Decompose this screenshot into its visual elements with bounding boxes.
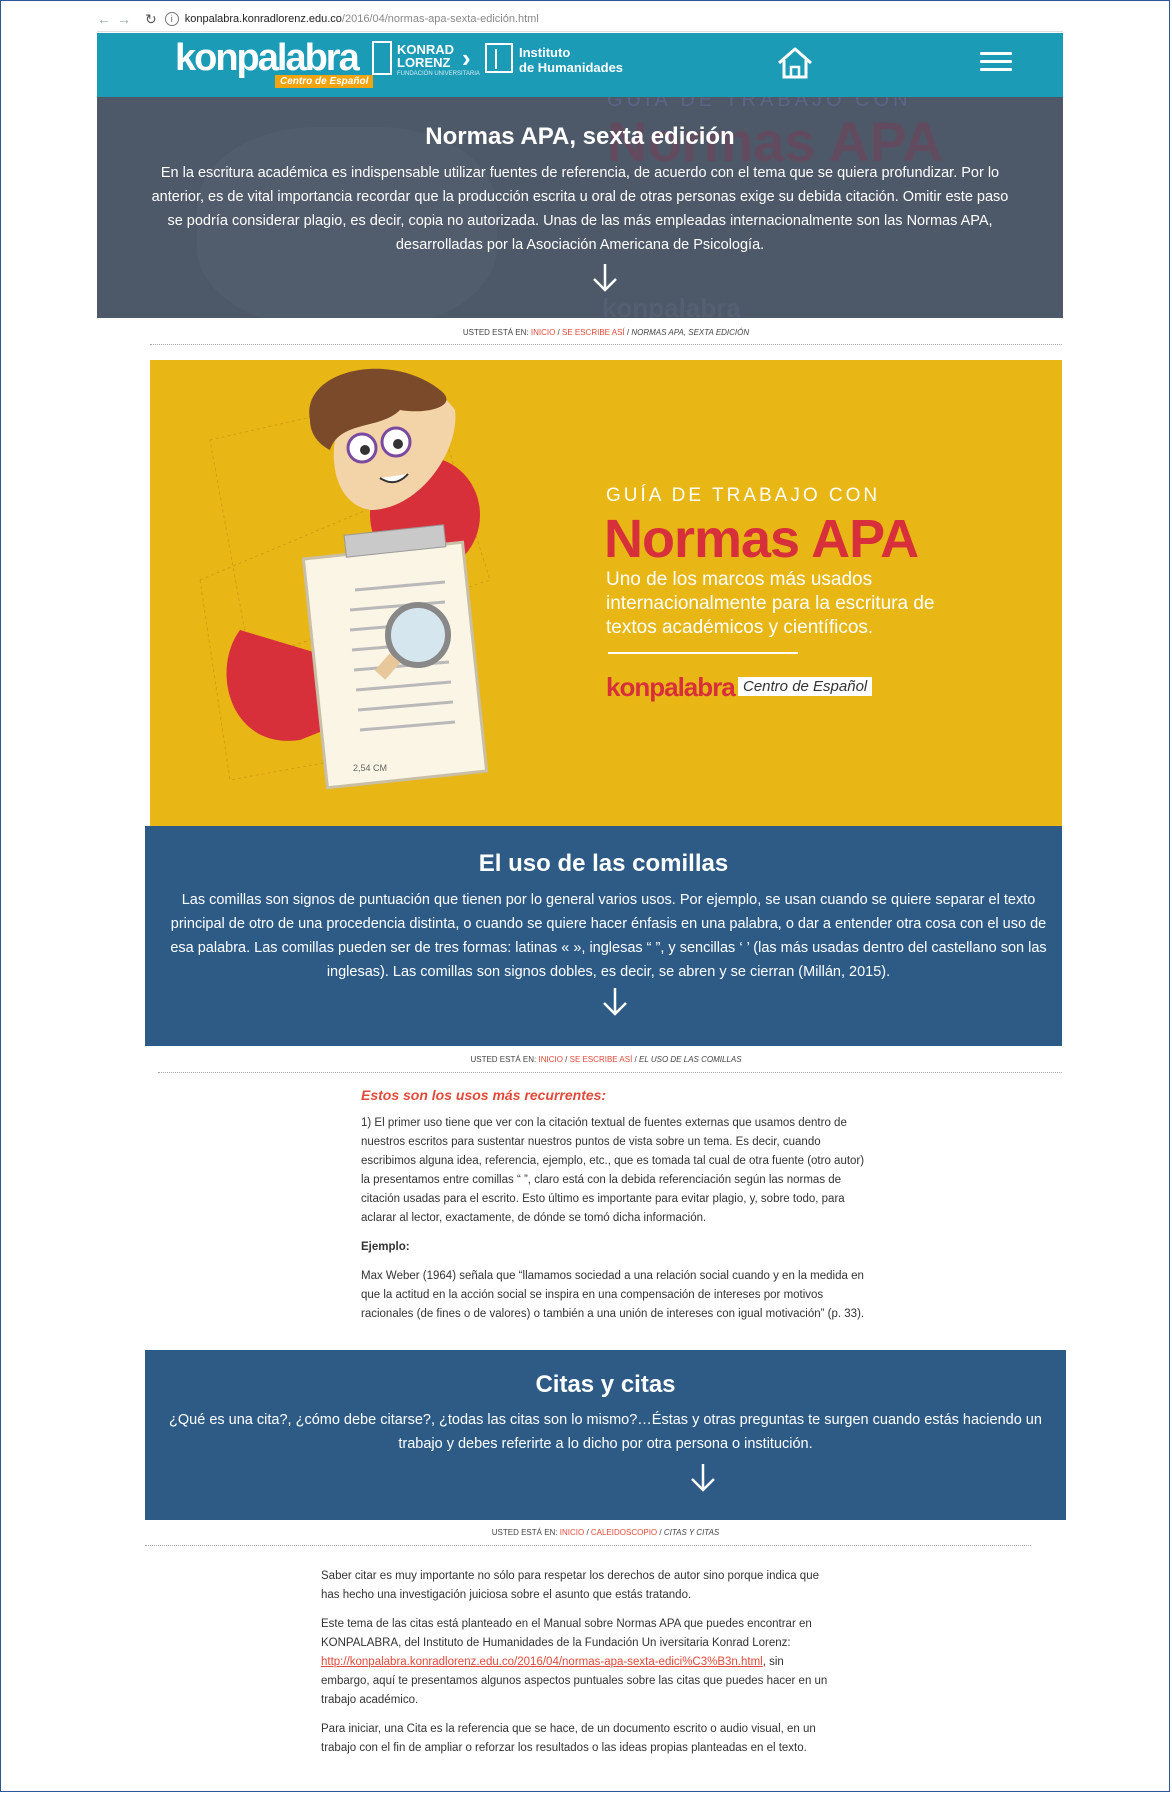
breadcrumb-inicio-link[interactable]: INICIO xyxy=(560,1528,584,1537)
hero-intro-text: En la escritura académica es indispensab… xyxy=(151,165,1009,253)
hero-section: GUÍA DE TRABAJO CON Normas APA konpalabr… xyxy=(97,97,1063,318)
browser-address-bar[interactable]: ←→ ↻ i konpalabra.konradlorenz.edu.co /2… xyxy=(97,7,1063,32)
breadcrumb-category-link[interactable]: CALEIDOSCOPIO xyxy=(591,1528,657,1537)
professor-illustration: 2,54 CM xyxy=(199,368,491,790)
citas-title: Citas y citas xyxy=(535,1371,676,1398)
chevron-right-icon: › xyxy=(462,43,471,73)
reload-icon[interactable]: ↻ xyxy=(145,11,157,28)
arrow-down-icon[interactable] xyxy=(600,986,630,1018)
example-label: Ejemplo: xyxy=(361,1241,410,1253)
citas-intro-text: ¿Qué es una cita?, ¿cómo debe citarse?, … xyxy=(169,1412,1042,1452)
home-icon xyxy=(778,47,812,79)
konrad-lorenz-logo[interactable]: KONRAD LORENZ xyxy=(397,43,454,69)
divider xyxy=(150,344,1062,345)
banner-title: Normas APA xyxy=(604,509,919,569)
url-host: konpalabra.konradlorenz.edu.co xyxy=(184,13,342,25)
comillas-text: Las comillas son signos de puntuación qu… xyxy=(170,892,1047,980)
banner-subtitle: Uno de los marcos más usados internacion… xyxy=(606,569,935,638)
banner-divider xyxy=(608,652,798,654)
comillas-section: El uso de las comillas Las comillas son … xyxy=(145,826,1062,1046)
breadcrumb: USTED ESTÁ EN: INICIO / SE ESCRIBE ASÍ /… xyxy=(470,1055,742,1064)
site-header: konpalabra Centro de Español KONRAD LORE… xyxy=(97,33,1063,97)
breadcrumb-prefix: USTED ESTÁ EN: xyxy=(462,328,529,337)
breadcrumb-current: NORMAS APA, SEXTA EDICIÓN xyxy=(631,328,750,337)
apa-manual-link[interactable]: http://konpalabra.konradlorenz.edu.co/20… xyxy=(321,1656,763,1668)
hamburger-menu-icon[interactable] xyxy=(980,47,1012,79)
normas-apa-banner: 2,54 CM GUÍA DE TRABAJO CON Normas APA U… xyxy=(150,360,1062,826)
konpalabra-logo[interactable]: konpalabra xyxy=(175,37,360,80)
arrow-down-icon[interactable] xyxy=(688,1462,718,1494)
breadcrumb-inicio-link[interactable]: INICIO xyxy=(538,1055,562,1064)
article-paragraph-with-link: Este tema de las citas está planteado en… xyxy=(321,1615,831,1710)
usos-paragraph: 1) El primer uso tiene que ver con la ci… xyxy=(361,1117,865,1224)
home-button[interactable] xyxy=(775,45,815,81)
example-quote: Max Weber (1964) señala que “llamamos so… xyxy=(361,1270,865,1320)
instituto-line1: Instituto xyxy=(519,45,571,60)
article-text: Este tema de las citas está planteado en… xyxy=(321,1618,812,1649)
url-path: /2016/04/normas-apa-sexta-edición.html xyxy=(341,13,539,25)
site-info-icon[interactable]: i xyxy=(164,12,179,26)
article-body: Saber citar es muy importante no sólo pa… xyxy=(321,1567,831,1768)
banner-brand: konpalabra xyxy=(606,672,736,702)
divider xyxy=(145,1545,1031,1546)
page-title: Normas APA, sexta edición xyxy=(425,123,735,150)
breadcrumb-current: EL USO DE LAS COMILLAS xyxy=(638,1055,742,1064)
usos-content: 1) El primer uso tiene que ver con la ci… xyxy=(361,1114,871,1334)
back-forward-icons[interactable]: ←→ xyxy=(97,11,137,27)
article-paragraph: Para iniciar, una Cita es la referencia … xyxy=(321,1723,816,1754)
breadcrumb-category-link[interactable]: SE ESCRIBE ASÍ xyxy=(562,328,625,337)
banner-brand-tag: Centro de Español xyxy=(738,677,873,696)
instituto-line2: de Humanidades xyxy=(519,60,624,75)
divider xyxy=(158,1072,1062,1073)
konrad-k-icon xyxy=(372,41,392,75)
usos-lead-heading: Estos son los usos más recurrentes: xyxy=(361,1087,607,1103)
breadcrumb-category-link[interactable]: SE ESCRIBE ASÍ xyxy=(570,1055,633,1064)
hero-bg-brand: konpalabra xyxy=(602,293,741,318)
instituto-logo[interactable]: Instituto de Humanidades xyxy=(519,45,623,75)
breadcrumb-prefix: USTED ESTÁ EN: xyxy=(491,1528,558,1537)
comillas-title: El uso de las comillas xyxy=(478,850,729,877)
breadcrumb-inicio-link[interactable]: INICIO xyxy=(531,328,555,337)
banner-overline: GUÍA DE TRABAJO CON xyxy=(606,485,881,506)
konrad-line2: LORENZ xyxy=(397,55,451,70)
measure-label: 2,54 CM xyxy=(353,763,387,773)
breadcrumb-current: CITAS Y CITAS xyxy=(663,1528,720,1537)
instituto-ih-icon xyxy=(485,43,513,73)
logo-subtitle: Centro de Español xyxy=(275,75,374,88)
citas-section: Citas y citas ¿Qué es una cita?, ¿cómo d… xyxy=(145,1350,1066,1520)
breadcrumb: USTED ESTÁ EN: INICIO / CALEIDOSCOPIO / … xyxy=(491,1528,720,1537)
breadcrumb: USTED ESTÁ EN: INICIO / SE ESCRIBE ASÍ /… xyxy=(462,328,750,337)
breadcrumb-prefix: USTED ESTÁ EN: xyxy=(470,1055,537,1064)
article-paragraph: Saber citar es muy importante no sólo pa… xyxy=(321,1570,819,1601)
arrow-down-icon[interactable] xyxy=(590,262,620,294)
